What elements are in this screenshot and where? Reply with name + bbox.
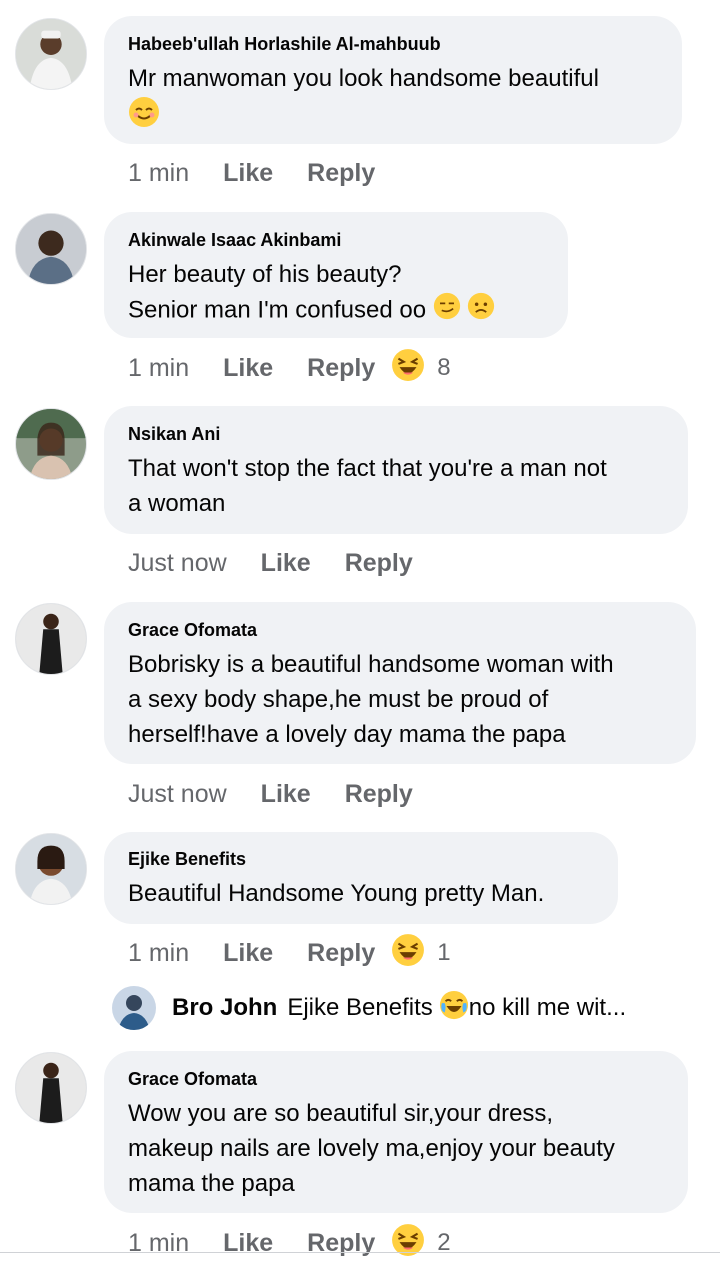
comment-time[interactable]: 1 min bbox=[128, 939, 189, 968]
comment-text-line: Wow you are so beautiful sir,your dress, bbox=[128, 1100, 554, 1127]
comment-bubble: Ejike Benefits Beautiful Handsome Young … bbox=[104, 832, 618, 924]
laughing-icon bbox=[391, 1223, 425, 1264]
comment-time[interactable]: 1 min bbox=[128, 354, 189, 383]
reaction-count: 8 bbox=[437, 354, 451, 381]
comment-author[interactable]: Akinwale Isaac Akinbami bbox=[128, 229, 544, 251]
comment-text-line: mama the papa bbox=[128, 1170, 295, 1197]
avatar[interactable] bbox=[15, 1052, 87, 1124]
reply-button[interactable]: Reply bbox=[307, 354, 375, 383]
comment-text: Mr manwoman you look handsome beautiful bbox=[128, 61, 658, 138]
reaction-summary[interactable]: 8 bbox=[391, 348, 451, 389]
comment-text-line: That won't stop the fact that you're a m… bbox=[128, 455, 607, 482]
comment-text-line: Beautiful Handsome Young pretty Man. bbox=[128, 880, 545, 907]
reply-avatar[interactable] bbox=[112, 986, 156, 1030]
reply-preview[interactable]: Bro John Ejike Benefits no kill me wit..… bbox=[112, 986, 712, 1030]
comment-actions: 1 min Like Reply 8 bbox=[128, 348, 451, 389]
laughing-icon bbox=[391, 348, 425, 389]
like-button[interactable]: Like bbox=[223, 159, 273, 188]
joy-icon bbox=[439, 990, 469, 1027]
reaction-summary[interactable]: 2 bbox=[391, 1223, 451, 1264]
reply-button[interactable]: Reply bbox=[345, 780, 413, 809]
reply-button[interactable]: Reply bbox=[307, 939, 375, 968]
like-button[interactable]: Like bbox=[261, 780, 311, 809]
comment-text-line: a sexy body shape,he must be proud of bbox=[128, 686, 549, 713]
like-button[interactable]: Like bbox=[223, 939, 273, 968]
comment-time[interactable]: 1 min bbox=[128, 1229, 189, 1258]
comment-time[interactable]: Just now bbox=[128, 780, 227, 809]
comment-actions: Just now Like Reply bbox=[128, 776, 429, 812]
comment-text: Wow you are so beautiful sir,your dress,… bbox=[128, 1096, 664, 1201]
reply-mention: Ejike Benefits bbox=[287, 994, 433, 1021]
reaction-summary[interactable]: 1 bbox=[391, 933, 451, 974]
comment-text-line: a woman bbox=[128, 490, 226, 517]
reply-text: no kill me wit... bbox=[468, 994, 627, 1021]
comment-text-line: Mr manwoman you look handsome beautiful bbox=[128, 65, 599, 92]
comment-bubble: Grace Ofomata Bobrisky is a beautiful ha… bbox=[104, 602, 696, 764]
comment-text: That won't stop the fact that you're a m… bbox=[128, 451, 664, 521]
comment-actions: Just now Like Reply bbox=[128, 545, 429, 581]
comment-bubble: Grace Ofomata Wow you are so beautiful s… bbox=[104, 1051, 688, 1213]
comment-bubble: Habeeb'ullah Horlashile Al-mahbuub Mr ma… bbox=[104, 16, 682, 144]
avatar[interactable] bbox=[15, 18, 87, 90]
frowning-icon bbox=[467, 292, 495, 330]
comment-text-line: Bobrisky is a beautiful handsome woman w… bbox=[128, 651, 614, 678]
divider bbox=[0, 1252, 720, 1253]
comment-author[interactable]: Habeeb'ullah Horlashile Al-mahbuub bbox=[128, 33, 658, 55]
comment-text-line: makeup nails are lovely ma,enjoy your be… bbox=[128, 1135, 615, 1162]
smirk-icon bbox=[433, 292, 461, 330]
like-button[interactable]: Like bbox=[223, 354, 273, 383]
reply-button[interactable]: Reply bbox=[307, 159, 375, 188]
comment-text: Her beauty of his beauty? Senior man I'm… bbox=[128, 257, 544, 330]
comment-author[interactable]: Grace Ofomata bbox=[128, 619, 672, 641]
reaction-count: 1 bbox=[437, 939, 451, 966]
comment-text-line: Senior man I'm confused oo bbox=[128, 296, 427, 324]
comment-text-line: Her beauty of his beauty? bbox=[128, 261, 402, 288]
like-button[interactable]: Like bbox=[223, 1229, 273, 1258]
avatar[interactable] bbox=[15, 408, 87, 480]
avatar[interactable] bbox=[15, 833, 87, 905]
comment-bubble: Nsikan Ani That won't stop the fact that… bbox=[104, 406, 688, 534]
comment-bubble: Akinwale Isaac Akinbami Her beauty of hi… bbox=[104, 212, 568, 338]
avatar[interactable] bbox=[15, 213, 87, 285]
comment-author[interactable]: Nsikan Ani bbox=[128, 423, 664, 445]
reply-button[interactable]: Reply bbox=[307, 1229, 375, 1258]
comment-text: Bobrisky is a beautiful handsome woman w… bbox=[128, 647, 672, 752]
comment-actions: 1 min Like Reply 1 bbox=[128, 933, 451, 974]
comment-text: Beautiful Handsome Young pretty Man. bbox=[128, 876, 594, 911]
comment-actions: 1 min Like Reply bbox=[128, 155, 391, 191]
comment-actions: 1 min Like Reply 2 bbox=[128, 1223, 451, 1264]
comment-author[interactable]: Grace Ofomata bbox=[128, 1068, 664, 1090]
reply-author[interactable]: Bro John bbox=[172, 994, 277, 1022]
smiling-face-icon bbox=[128, 96, 160, 138]
comment-time[interactable]: Just now bbox=[128, 549, 227, 578]
like-button[interactable]: Like bbox=[261, 549, 311, 578]
reply-button[interactable]: Reply bbox=[345, 549, 413, 578]
comment-author[interactable]: Ejike Benefits bbox=[128, 848, 594, 870]
comment-text-line: herself!have a lovely day mama the papa bbox=[128, 721, 566, 748]
comment-time[interactable]: 1 min bbox=[128, 159, 189, 188]
laughing-icon bbox=[391, 933, 425, 974]
avatar[interactable] bbox=[15, 603, 87, 675]
